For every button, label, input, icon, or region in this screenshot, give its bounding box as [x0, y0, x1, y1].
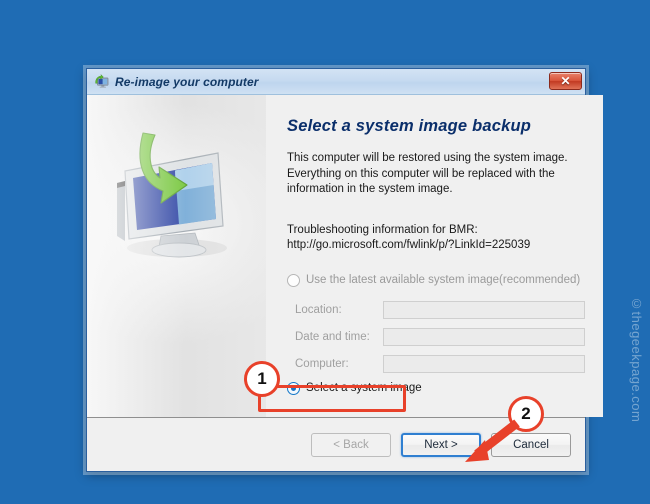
- radio-icon-selected: [287, 381, 300, 395]
- radio-label-select-a-system-image: Select a system image: [306, 382, 422, 394]
- input-location[interactable]: [383, 300, 585, 319]
- input-computer[interactable]: [383, 354, 585, 373]
- description-line-1: This computer will be restored using the…: [287, 152, 568, 164]
- label-date-and-time: Date and time:: [295, 330, 370, 343]
- computer-restore-icon: [94, 73, 110, 90]
- radio-select-a-system-image[interactable]: Select a system image: [287, 381, 585, 395]
- label-location: Location:: [295, 303, 342, 316]
- radio-icon-unselected: [287, 273, 300, 287]
- radio-use-latest-available-system-image[interactable]: Use the latest available system image(re…: [287, 273, 585, 287]
- description-line-3: information in the system image.: [287, 183, 453, 195]
- back-button[interactable]: < Back: [311, 432, 391, 457]
- re-image-your-computer-dialog: Re-image your computer ✕ Select a system…: [86, 68, 603, 472]
- field-row-location: Location:: [287, 300, 585, 319]
- backup-details-fields: Location: Date and time: Computer:: [287, 300, 585, 373]
- next-button[interactable]: Next >: [401, 432, 481, 457]
- close-button[interactable]: ✕: [549, 72, 582, 90]
- radio-label-use-latest: Use the latest available system image(re…: [306, 274, 581, 286]
- cancel-button[interactable]: Cancel: [491, 432, 571, 457]
- troubleshooting-url: http://go.microsoft.com/fwlink/p/?LinkId…: [287, 239, 531, 251]
- input-date-and-time[interactable]: [383, 327, 585, 346]
- field-row-date-and-time: Date and time:: [287, 327, 585, 346]
- page-title: Select a system image backup: [287, 117, 532, 135]
- dialog-content: Select a system image backup This comput…: [266, 95, 603, 417]
- dialog-body: Select a system image backup This comput…: [87, 95, 603, 417]
- dialog-sidebar-illustration: [87, 95, 266, 417]
- troubleshooting-label: Troubleshooting information for BMR:: [287, 223, 478, 236]
- dialog-footer: < Back Next > Cancel: [87, 417, 585, 471]
- description-line-2: Everything on this computer will be repl…: [287, 167, 555, 180]
- field-row-computer: Computer:: [287, 354, 585, 373]
- dialog-titlebar[interactable]: Re-image your computer ✕: [87, 69, 585, 95]
- label-computer: Computer:: [295, 357, 349, 370]
- troubleshooting-info: Troubleshooting information for BMR: htt…: [287, 223, 585, 254]
- description-text: This computer will be restored using the…: [287, 151, 585, 198]
- close-icon: ✕: [560, 74, 571, 88]
- watermark-thegeekpage: ©thegeekpage.com: [629, 296, 644, 423]
- dialog-title: Re-image your computer: [115, 74, 259, 89]
- monitor-with-green-down-arrow-icon: [103, 123, 253, 278]
